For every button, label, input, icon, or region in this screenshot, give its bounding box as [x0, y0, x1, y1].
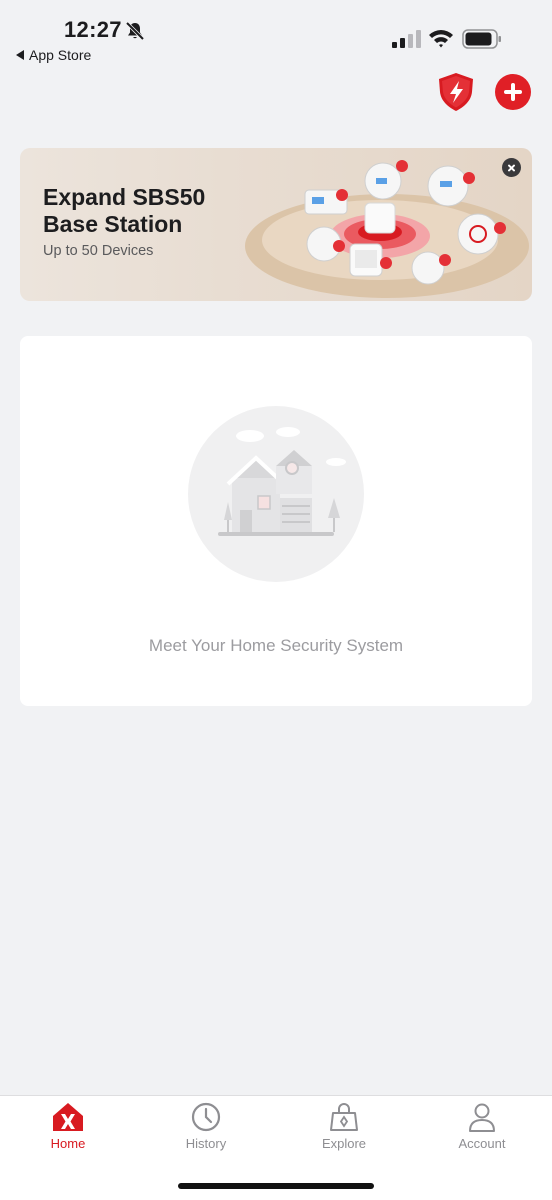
promo-banner[interactable]: Expand SBS50 Base Station Up to 50 Devic… — [20, 148, 532, 301]
back-to-app-store-link[interactable]: App Store — [16, 47, 91, 63]
status-time: 12:27 — [64, 17, 122, 42]
tab-account-label: Account — [458, 1136, 506, 1151]
tab-history[interactable]: History — [156, 1102, 256, 1164]
shopping-bag-icon — [330, 1103, 358, 1131]
battery-icon — [462, 29, 501, 49]
back-link-label: App Store — [29, 47, 92, 63]
bell-muted-icon — [125, 21, 145, 41]
clock-icon — [191, 1102, 221, 1132]
banner-subtitle: Up to 50 Devices — [43, 243, 154, 259]
home-logo-icon — [53, 1103, 83, 1131]
shield-lightning-icon[interactable] — [437, 72, 475, 112]
person-icon — [469, 1103, 495, 1132]
back-arrow-icon — [16, 50, 24, 60]
house-illustration — [188, 406, 364, 582]
tab-home-label: Home — [50, 1136, 86, 1151]
devices-illustration — [245, 160, 529, 298]
wifi-icon — [429, 30, 453, 48]
status-bar: 12:27 App Store — [0, 0, 552, 70]
tab-explore[interactable]: Explore — [294, 1102, 394, 1164]
empty-state-message: Meet Your Home Security System — [148, 636, 404, 655]
tab-home[interactable]: Home — [18, 1102, 118, 1164]
empty-state-card: Meet Your Home Security System — [20, 336, 532, 706]
tab-explore-label: Explore — [321, 1136, 367, 1151]
home-indicator[interactable] — [178, 1183, 374, 1189]
add-device-button[interactable] — [495, 74, 531, 110]
cellular-signal-icon — [392, 30, 421, 48]
tab-history-label: History — [185, 1136, 227, 1151]
tab-account[interactable]: Account — [432, 1102, 532, 1164]
banner-title: Expand SBS50 Base Station — [43, 184, 206, 237]
close-banner-button[interactable] — [502, 158, 521, 177]
